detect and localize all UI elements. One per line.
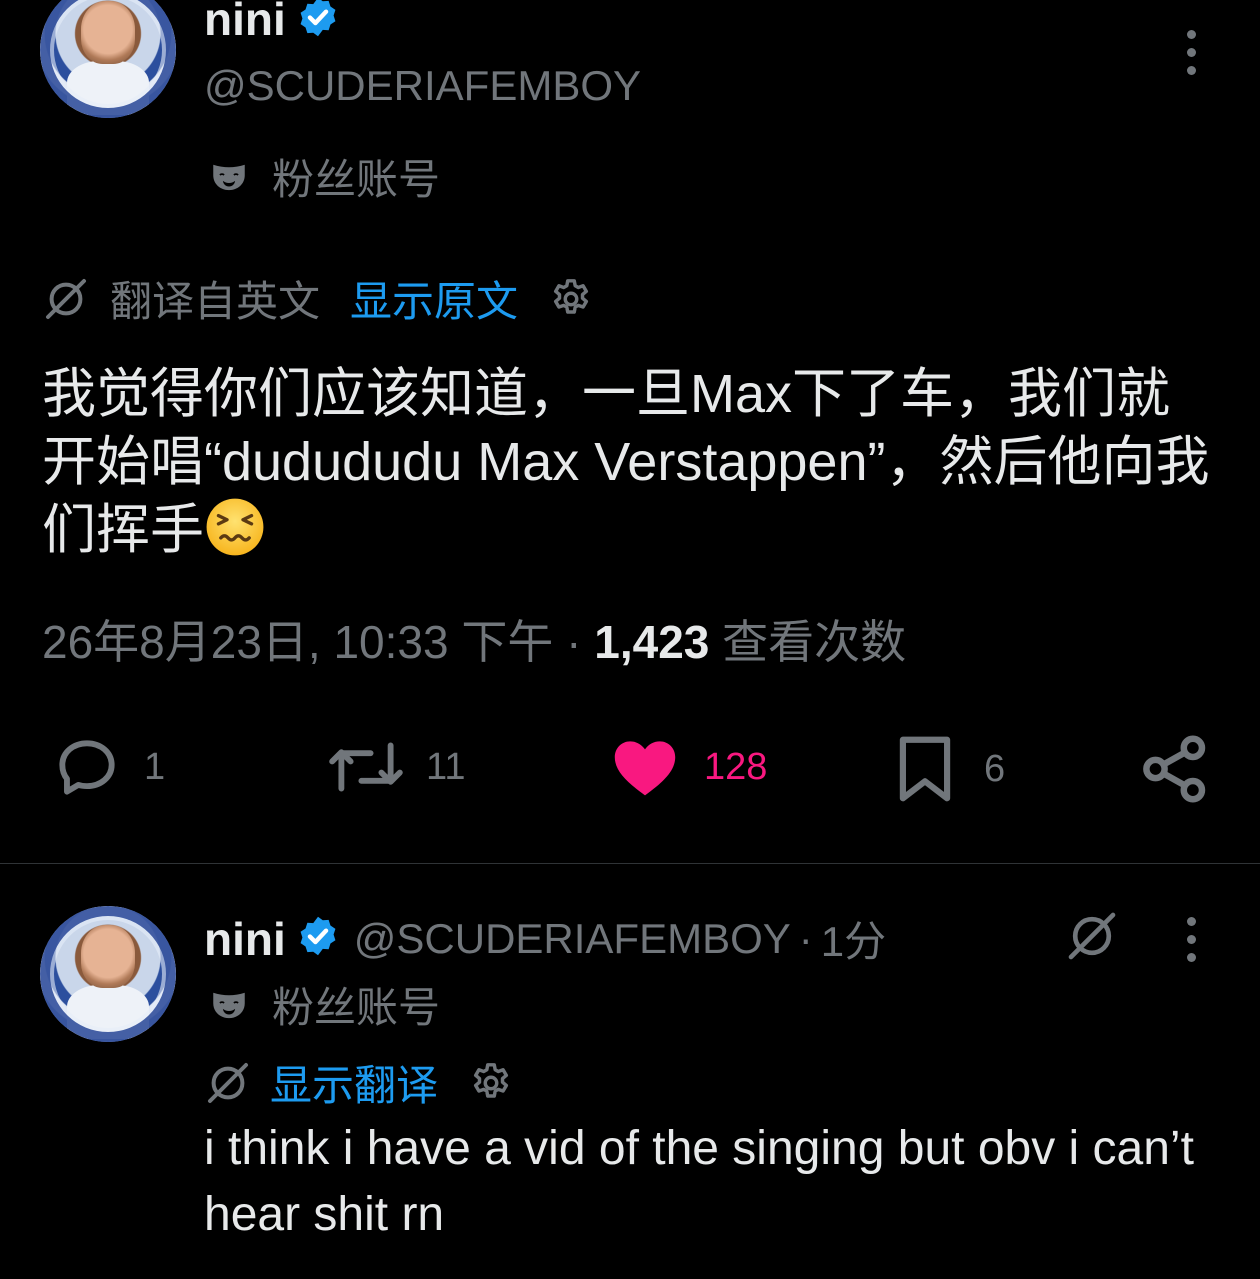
reply-count: 1 bbox=[144, 745, 166, 788]
retweet-button[interactable]: 11 bbox=[326, 730, 465, 804]
mask-icon bbox=[213, 164, 245, 190]
share-button[interactable] bbox=[1136, 730, 1214, 808]
translate-slash-icon bbox=[208, 1062, 248, 1103]
author-name-row: nini bbox=[204, 0, 340, 46]
reply-button[interactable]: 1 bbox=[50, 730, 165, 804]
bookmark-count: 6 bbox=[984, 747, 1006, 790]
reply-fan-account-label: 粉丝账号 bbox=[272, 984, 441, 1031]
more-vertical-icon[interactable] bbox=[1187, 917, 1196, 962]
reply-tweet-text: i think i have a vid of the singing but … bbox=[204, 1122, 1194, 1241]
show-original-link[interactable]: 显示原文 bbox=[350, 268, 518, 329]
comment-icon bbox=[59, 740, 115, 795]
reply-author-avatar[interactable] bbox=[40, 906, 176, 1042]
heart-icon bbox=[614, 741, 676, 796]
retweet-count: 11 bbox=[426, 745, 466, 788]
tweet-metadata: 26年8月23日, 10:33 下午 · 1,423 查看次数 bbox=[42, 606, 906, 672]
tweet-text: 我觉得你们应该知道，一旦Max下了车，我们就开始唱“dudududu Max V… bbox=[42, 360, 1222, 564]
verified-badge-icon bbox=[296, 0, 340, 44]
translate-slash-icon bbox=[46, 278, 86, 319]
bookmark-button[interactable]: 6 bbox=[886, 730, 1005, 808]
verified-badge-icon bbox=[296, 914, 340, 963]
reply-author-row: nini @SCUDERIAFEMBOY · 1分 bbox=[204, 908, 886, 969]
reply-translation-bar: 显示翻译 bbox=[204, 1052, 514, 1113]
reply-author-display-name[interactable]: nini bbox=[204, 912, 286, 966]
share-icon bbox=[1143, 735, 1206, 803]
view-count-label: 查看次数 bbox=[722, 616, 907, 668]
divider bbox=[0, 863, 1260, 864]
reply-author-handle[interactable]: @SCUDERIAFEMBOY bbox=[354, 915, 791, 963]
timestamp[interactable]: 26年8月23日, 10:33 下午 bbox=[42, 616, 553, 668]
mask-icon bbox=[213, 992, 245, 1018]
author-handle[interactable]: @SCUDERIAFEMBOY bbox=[204, 62, 641, 110]
gear-icon[interactable] bbox=[468, 1060, 514, 1106]
translation-bar: 翻译自英文 显示原文 bbox=[42, 268, 594, 329]
author-display-name[interactable]: nini bbox=[204, 0, 286, 46]
author-avatar[interactable] bbox=[40, 0, 176, 118]
meta-separator: · bbox=[566, 616, 582, 668]
like-count: 128 bbox=[704, 745, 768, 788]
action-bar: 1 11 128 6 bbox=[0, 730, 1260, 810]
confounded-face-emoji bbox=[206, 498, 264, 556]
translate-slash-icon[interactable] bbox=[1064, 908, 1120, 969]
reply-meta-separator: · bbox=[798, 914, 813, 962]
fan-account-label-row: 粉丝账号 bbox=[208, 146, 440, 207]
like-button[interactable]: 128 bbox=[606, 730, 767, 804]
view-count: 1,423 bbox=[594, 616, 710, 668]
fan-account-label: 粉丝账号 bbox=[272, 156, 441, 203]
more-vertical-icon[interactable] bbox=[1187, 30, 1196, 75]
bookmark-icon bbox=[899, 736, 951, 802]
show-translation-link[interactable]: 显示翻译 bbox=[270, 1052, 438, 1113]
gear-icon[interactable] bbox=[548, 276, 594, 322]
reply-fan-account-label-row: 粉丝账号 bbox=[208, 974, 440, 1035]
tweet-detail-page: nini @SCUDERIAFEMBOY 粉丝账号 翻译自英文 显示原文 我觉得… bbox=[0, 0, 1260, 1279]
reply-time[interactable]: 1分 bbox=[821, 908, 886, 969]
retweet-icon bbox=[329, 742, 403, 792]
translated-from-label: 翻译自英文 bbox=[110, 278, 321, 325]
